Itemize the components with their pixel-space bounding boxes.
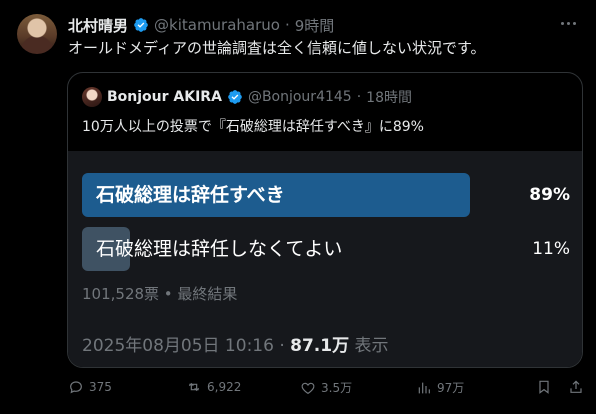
quote-timestamp: 2025年08月05日 10:16 · 87.1万 表示 [82, 331, 389, 356]
quoted-tweet[interactable]: Bonjour AKIRA @Bonjour4145 · 18時間 10万人以上… [67, 72, 583, 368]
like-count: 3.5万 [321, 381, 353, 395]
quote-author-avatar [82, 87, 102, 107]
verified-badge-icon [134, 18, 148, 32]
poll-summary: 101,528票 • 最終結果 [82, 285, 238, 303]
reply-count: 375 [89, 380, 112, 394]
bookmark-icon [539, 380, 549, 394]
reply-icon [70, 381, 82, 394]
author-avatar[interactable] [17, 14, 57, 54]
poll-option-label: 石破総理は辞任すべき [96, 184, 285, 206]
separator-dot: · [284, 16, 290, 34]
more-options-icon[interactable] [558, 15, 578, 31]
analytics-icon [418, 382, 430, 393]
separator-dot: · [356, 89, 362, 105]
quote-header: Bonjour AKIRA @Bonjour4145 · 18時間 [82, 87, 412, 107]
heart-icon [301, 382, 315, 394]
like-button[interactable]: 3.5万 [300, 379, 352, 396]
views-count: 87.1万 [290, 336, 350, 356]
quote-author-name: Bonjour AKIRA [107, 89, 222, 105]
views-label: 表示 [349, 336, 389, 356]
views-count-action: 97万 [437, 381, 465, 395]
quote-post-time: 18時間 [366, 90, 412, 106]
tweet: 北村晴男 @kitamuraharuo · 9時間 オールドメディアの世論調査は… [0, 0, 596, 414]
views-button[interactable]: 97万 [416, 379, 464, 396]
poll-option-2: 石破総理は辞任しなくてよい 11% [82, 227, 570, 271]
author-name[interactable]: 北村晴男 [68, 15, 128, 36]
timestamp-text: 2025年08月05日 10:16 · [82, 336, 291, 356]
repost-icon [188, 382, 200, 392]
quote-text: 10万人以上の投票で『石破総理は辞任すべき』に89% [82, 119, 424, 135]
poll-option-1: 石破総理は辞任すべき 89% [82, 173, 570, 217]
post-time[interactable]: 9時間 [295, 15, 335, 36]
verified-badge-icon [228, 90, 242, 104]
reply-button[interactable]: 375 [68, 379, 112, 395]
tweet-text: オールドメディアの世論調査は全く信頼に値しない状況です。 [68, 39, 486, 57]
repost-count: 6,922 [207, 380, 242, 394]
action-bar: 375 6,922 3.5万 97万 [66, 379, 586, 401]
bookmark-button[interactable] [536, 379, 552, 395]
quote-author-handle: @Bonjour4145 [247, 89, 352, 105]
share-icon [570, 380, 582, 393]
author-handle[interactable]: @kitamuraharuo [154, 16, 280, 34]
poll-option-label: 石破総理は辞任しなくてよい [96, 238, 343, 260]
repost-button[interactable]: 6,922 [186, 379, 241, 395]
poll-option-percent: 89% [529, 185, 570, 205]
tweet-header: 北村晴男 @kitamuraharuo · 9時間 [68, 14, 334, 36]
share-button[interactable] [568, 379, 584, 395]
poll-option-percent: 11% [532, 239, 570, 259]
